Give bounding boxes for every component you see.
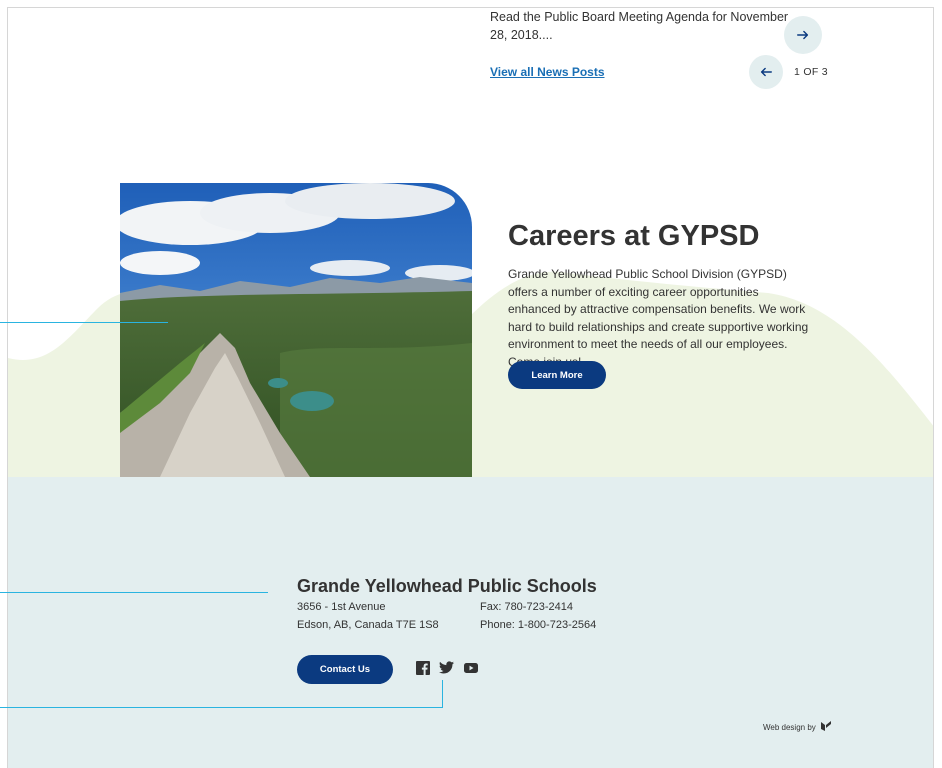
footer-title: Grande Yellowhead Public Schools: [297, 576, 597, 596]
learn-more-button[interactable]: Learn More: [508, 361, 606, 389]
web-design-credit: Web design by: [763, 723, 816, 732]
fax-number: Fax: 780-723-2414: [480, 601, 573, 613]
twitter-icon[interactable]: [439, 661, 454, 679]
annotation-line-image: [0, 322, 168, 323]
address-line-2: Edson, AB, Canada T7E 1S8: [297, 619, 439, 631]
contact-us-button[interactable]: Contact Us: [297, 655, 393, 684]
annotation-line-social-vertical: [442, 680, 443, 708]
arrow-left-icon: [760, 67, 772, 77]
agency-logo-icon[interactable]: [820, 719, 832, 737]
page-frame: Read the Public Board Meeting Agenda for…: [7, 7, 934, 768]
carousel-counter: 1 OF 3: [794, 66, 828, 78]
annotation-line-social-horizontal: [0, 707, 443, 708]
address-line-1: 3656 - 1st Avenue: [297, 601, 386, 613]
site-footer: Grande Yellowhead Public Schools 3656 - …: [8, 477, 933, 768]
phone-number: Phone: 1-800-723-2564: [480, 619, 597, 631]
facebook-icon[interactable]: [416, 661, 430, 680]
view-all-news-link[interactable]: View all News Posts: [490, 65, 605, 79]
arrow-right-icon: [797, 30, 809, 40]
annotation-line-title: [0, 592, 268, 593]
mountain-landscape-image: [120, 183, 472, 477]
youtube-icon[interactable]: [464, 661, 478, 679]
news-excerpt: Read the Public Board Meeting Agenda for…: [490, 10, 789, 42]
careers-description: Grande Yellowhead Public School Division…: [508, 267, 809, 369]
careers-title: Careers at GYPSD: [508, 220, 760, 252]
carousel-next-button[interactable]: [784, 16, 822, 54]
carousel-prev-button[interactable]: [749, 55, 783, 89]
